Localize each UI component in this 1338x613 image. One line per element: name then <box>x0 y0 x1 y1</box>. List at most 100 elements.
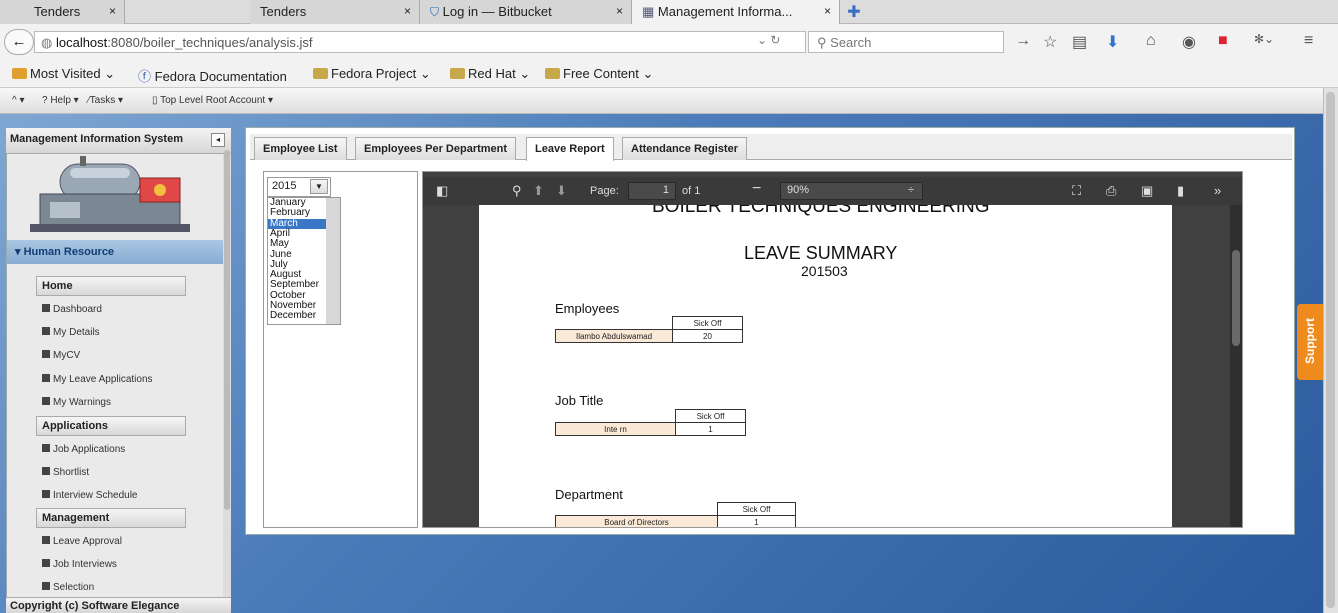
save-icon[interactable]: ▣ <box>1141 183 1153 199</box>
tab-employee-list[interactable]: Employee List <box>254 137 347 160</box>
browser-tab-tenders-2[interactable]: Tenders × <box>250 0 420 24</box>
sidebar-item-dashboard[interactable]: Dashboard <box>42 304 102 315</box>
download-icon[interactable]: ⬇ <box>1106 32 1119 52</box>
bookmark-most-visited[interactable]: Most Visited ⌄ <box>12 66 115 82</box>
section-job-title-heading: Job Title <box>555 393 604 408</box>
browser-tab-tenders-1[interactable]: Tenders × <box>0 0 125 24</box>
group-header-human-resource[interactable]: ▾ Human Resource <box>7 240 223 264</box>
report-company: BOILER TECHNIQUES ENGINEERING <box>652 205 990 217</box>
close-icon[interactable]: × <box>404 4 411 18</box>
department-sick-off: 1 <box>717 515 796 527</box>
column-header: Sick Off <box>717 502 796 516</box>
pdf-scrollbar-thumb[interactable] <box>1232 250 1240 346</box>
arrow-up-icon[interactable]: ⬆ <box>533 183 544 199</box>
search-input[interactable]: ⚲ Search <box>808 31 1004 53</box>
fullscreen-icon[interactable]: ⛶ <box>1072 183 1081 199</box>
sidebar-item-my-warnings[interactable]: My Warnings <box>42 397 111 408</box>
job-title-table: Sick Off Inte rn 1 <box>555 409 746 436</box>
browser-tab-title: Tenders <box>34 4 81 19</box>
zoom-select[interactable]: 90% ÷ <box>780 182 923 200</box>
reload-icon[interactable]: ⌄ ↻ <box>757 33 780 47</box>
support-label: Support <box>1303 318 1317 364</box>
page-label: Page: <box>590 185 619 197</box>
sidebar-item-label: Dashboard <box>53 304 102 315</box>
close-icon[interactable]: × <box>109 4 116 18</box>
tab-employees-per-department[interactable]: Employees Per Department <box>355 137 517 160</box>
job-title-name: Inte rn <box>555 422 676 436</box>
sidebar-item-selection[interactable]: Selection <box>42 582 94 593</box>
extension-icon[interactable]: ■ <box>1218 32 1228 50</box>
help-label: ? Help <box>42 95 71 106</box>
section-employees-heading: Employees <box>555 301 620 316</box>
sidebar-item-my-details[interactable]: My Details <box>42 327 100 338</box>
tasks-menu[interactable]: ⁄Tasks ▾ <box>88 95 123 106</box>
folder-icon <box>313 68 328 79</box>
month-option[interactable]: December <box>270 310 316 321</box>
employee-name: Ilambo Abdulswamad <box>555 329 673 343</box>
sidebar-scrollbar-thumb[interactable] <box>224 150 230 510</box>
chat-icon[interactable]: ◉ <box>1182 32 1196 52</box>
bookmark-red-hat[interactable]: Red Hat ⌄ <box>450 66 530 82</box>
new-tab-icon[interactable]: ✚ <box>842 2 866 22</box>
more-tools-icon[interactable]: » <box>1214 183 1221 198</box>
calendar-icon <box>42 536 50 544</box>
employee-sick-off: 20 <box>672 329 743 343</box>
browser-tab-management[interactable]: ▦ Management Informa... × <box>632 0 840 24</box>
browser-tab-bitbucket[interactable]: ⛉ Log in — Bitbucket × <box>420 0 632 24</box>
section-management[interactable]: Management <box>36 508 186 528</box>
forward-arrow-icon[interactable]: → <box>1015 32 1031 50</box>
browser-tab-title: Management Informa... <box>657 4 793 19</box>
sidebar-item-mycv[interactable]: MyCV <box>42 350 80 361</box>
help-menu[interactable]: ? Help ▾ <box>42 95 79 106</box>
search-icon[interactable]: ⚲ <box>512 183 522 199</box>
arrow-down-icon[interactable]: ⬇ <box>556 183 567 199</box>
sidebar-toggle-icon[interactable]: ◧ <box>436 183 448 199</box>
month-list-scrollbar[interactable] <box>326 198 340 324</box>
bookmark-fedora-docs[interactable]: ⓕ Fedora Documentation <box>138 66 287 85</box>
calendar-icon <box>42 374 50 382</box>
url-path: :8080/boiler_techniques/analysis.jsf <box>107 35 313 50</box>
month-option[interactable]: May <box>270 238 289 249</box>
page-scrollbar-thumb[interactable] <box>1326 92 1335 608</box>
sidebar-item-leave-approval[interactable]: Leave Approval <box>42 536 122 547</box>
sidebar-item-label: Leave Approval <box>53 536 122 547</box>
sidebar-item-label: My Leave Applications <box>53 374 153 385</box>
sidebar-item-shortlist[interactable]: Shortlist <box>42 467 89 478</box>
section-applications[interactable]: Applications <box>36 416 186 436</box>
tab-attendance-register[interactable]: Attendance Register <box>622 137 747 160</box>
sidebar-item-interview-schedule[interactable]: Interview Schedule <box>42 490 138 501</box>
collapse-menu-icon[interactable]: ^ ▾ <box>12 95 25 106</box>
chevron-down-icon[interactable]: ▼ <box>310 179 328 194</box>
account-label: Top Level Root Account <box>160 95 266 106</box>
url-host: localhost <box>55 35 108 50</box>
zoom-out-icon[interactable]: − <box>752 180 761 198</box>
support-button[interactable]: Support <box>1297 304 1323 380</box>
calendar-icon <box>42 350 50 358</box>
page-number-input[interactable]: 1 <box>628 182 676 200</box>
sidebar-item-job-interviews[interactable]: Job Interviews <box>42 559 117 570</box>
home-icon[interactable]: ⌂ <box>1146 32 1156 50</box>
star-icon[interactable]: ☆ <box>1043 32 1057 52</box>
menu-icon[interactable]: ≡ <box>1304 32 1313 50</box>
calendar-icon <box>42 397 50 405</box>
close-icon[interactable]: × <box>824 4 831 18</box>
tab-leave-report[interactable]: Leave Report <box>526 137 614 161</box>
close-icon[interactable]: × <box>616 4 623 18</box>
url-bar[interactable]: ◍ localhost:8080/boiler_techniques/analy… <box>34 31 806 53</box>
calendar-icon <box>42 582 50 590</box>
account-menu[interactable]: ▯ Top Level Root Account ▾ <box>152 95 273 106</box>
bookmark-icon[interactable]: ▮ <box>1177 183 1184 199</box>
collapse-icon[interactable]: ◂ <box>211 133 225 147</box>
sidebar-item-label: Selection <box>53 582 95 593</box>
bookmark-free-content[interactable]: Free Content ⌄ <box>545 66 653 82</box>
print-icon[interactable]: ⎙ <box>1106 183 1116 199</box>
sidebar-item-job-applications[interactable]: Job Applications <box>42 444 125 455</box>
boiler-machine-image <box>30 156 190 232</box>
back-icon[interactable]: ← <box>4 29 34 55</box>
sidebar-item-my-leave-applications[interactable]: My Leave Applications <box>42 374 153 385</box>
tasks-label: Tasks <box>89 95 116 106</box>
bookmark-fedora-project[interactable]: Fedora Project ⌄ <box>313 66 431 82</box>
section-home[interactable]: Home <box>36 276 186 296</box>
reading-list-icon[interactable]: ▤ <box>1072 32 1087 52</box>
addon-icon[interactable]: ✻⌄ <box>1254 32 1274 46</box>
